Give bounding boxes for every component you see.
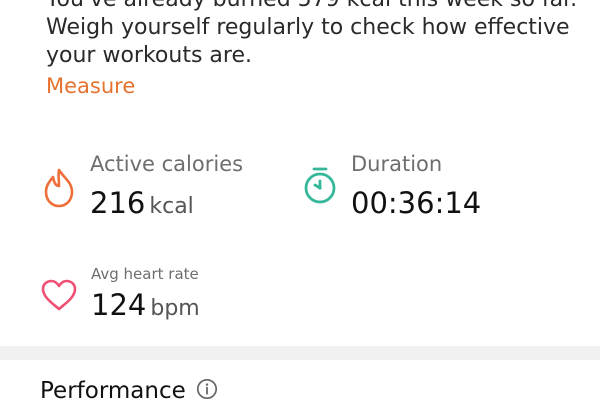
workout-summary-text: You've already burned 579 kcal this week… xyxy=(46,0,577,70)
duration-value: 00:36:14 xyxy=(351,186,481,220)
summary-line-3: your workouts are. xyxy=(46,43,252,68)
avg-heart-rate-label: Avg heart rate xyxy=(91,265,199,283)
avg-heart-rate-unit: bpm xyxy=(150,296,200,321)
summary-line-2: Weigh yourself regularly to check how ef… xyxy=(46,15,570,40)
avg-heart-rate-value: 124 bpm xyxy=(91,288,200,322)
performance-title: Performance xyxy=(40,378,186,404)
section-divider xyxy=(0,346,600,360)
stopwatch-icon xyxy=(302,166,338,210)
duration-number: 00:36:14 xyxy=(351,186,482,220)
avg-heart-rate-number: 124 xyxy=(91,288,147,322)
heart-icon xyxy=(40,278,78,316)
measure-link[interactable]: Measure xyxy=(46,74,135,98)
duration-label: Duration xyxy=(351,152,443,176)
active-calories-unit: kcal xyxy=(149,194,194,219)
flame-icon xyxy=(42,168,76,212)
active-calories-label: Active calories xyxy=(90,152,244,176)
active-calories-value: 216 kcal xyxy=(90,186,194,220)
active-calories-number: 216 xyxy=(90,186,146,220)
summary-line-1: You've already burned 579 kcal this week… xyxy=(46,0,577,14)
performance-section-header: Performance xyxy=(40,378,218,404)
info-icon[interactable] xyxy=(196,378,218,404)
